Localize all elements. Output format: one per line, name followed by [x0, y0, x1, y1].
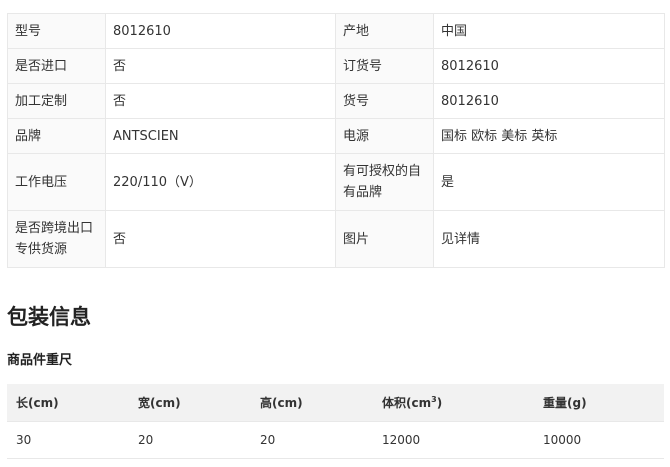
package-dimensions-subtitle: 商品件重尺 [7, 353, 73, 368]
spec-key: 是否进口 [7, 48, 106, 84]
column-header-height: 高(cm) [251, 384, 373, 422]
spec-key: 电源 [335, 118, 434, 154]
spec-value: 否 [105, 83, 336, 119]
spec-key: 产地 [335, 13, 434, 49]
spec-value: 220/110（V） [105, 153, 336, 211]
spec-key: 型号 [7, 13, 106, 49]
spec-key: 货号 [335, 83, 434, 119]
spec-row: 品牌 ANTSCIEN 电源 国标 欧标 美标 英标 [7, 118, 665, 154]
spec-value: 见详情 [433, 210, 665, 268]
spec-value: ANTSCIEN [105, 118, 336, 154]
cell-length: 30 [7, 421, 129, 459]
spec-value: 否 [105, 48, 336, 84]
column-header-length: 长(cm) [7, 384, 129, 422]
spec-value: 国标 欧标 美标 英标 [433, 118, 665, 154]
spec-value: 否 [105, 210, 336, 268]
cell-weight: 10000 [534, 421, 664, 459]
spec-key: 品牌 [7, 118, 106, 154]
table-row: 30 20 20 12000 10000 [7, 421, 664, 459]
column-header-volume: 体积(cm3) [373, 384, 534, 422]
cell-height: 20 [251, 421, 373, 459]
cell-volume: 12000 [373, 421, 534, 459]
spec-key: 订货号 [335, 48, 434, 84]
spec-row: 是否进口 否 订货号 8012610 [7, 48, 665, 84]
spec-row: 型号 8012610 产地 中国 [7, 13, 665, 49]
table-header-row: 长(cm) 宽(cm) 高(cm) 体积(cm3) 重量(g) [7, 384, 664, 422]
spec-row: 加工定制 否 货号 8012610 [7, 83, 665, 119]
package-dimensions-table: 长(cm) 宽(cm) 高(cm) 体积(cm3) 重量(g) 30 20 20… [7, 384, 664, 459]
column-header-weight: 重量(g) [534, 384, 664, 422]
spec-key: 图片 [335, 210, 434, 268]
product-spec-table: 型号 8012610 产地 中国 是否进口 否 订货号 8012610 加工定制… [7, 13, 665, 268]
spec-value: 是 [433, 153, 665, 211]
column-header-width: 宽(cm) [129, 384, 251, 422]
spec-key: 工作电压 [7, 153, 106, 211]
package-info-title: 包装信息 [7, 305, 91, 329]
volume-label: 体积(cm [382, 396, 432, 410]
spec-key: 加工定制 [7, 83, 106, 119]
volume-label-close: ) [436, 396, 443, 410]
spec-value: 8012610 [433, 83, 665, 119]
spec-row: 是否跨境出口专供货源 否 图片 见详情 [7, 210, 665, 268]
spec-row: 工作电压 220/110（V） 有可授权的自有品牌 是 [7, 153, 665, 211]
spec-value: 中国 [433, 13, 665, 49]
spec-value: 8012610 [105, 13, 336, 49]
spec-key: 是否跨境出口专供货源 [7, 210, 106, 268]
cell-width: 20 [129, 421, 251, 459]
spec-key: 有可授权的自有品牌 [335, 153, 434, 211]
spec-value: 8012610 [433, 48, 665, 84]
